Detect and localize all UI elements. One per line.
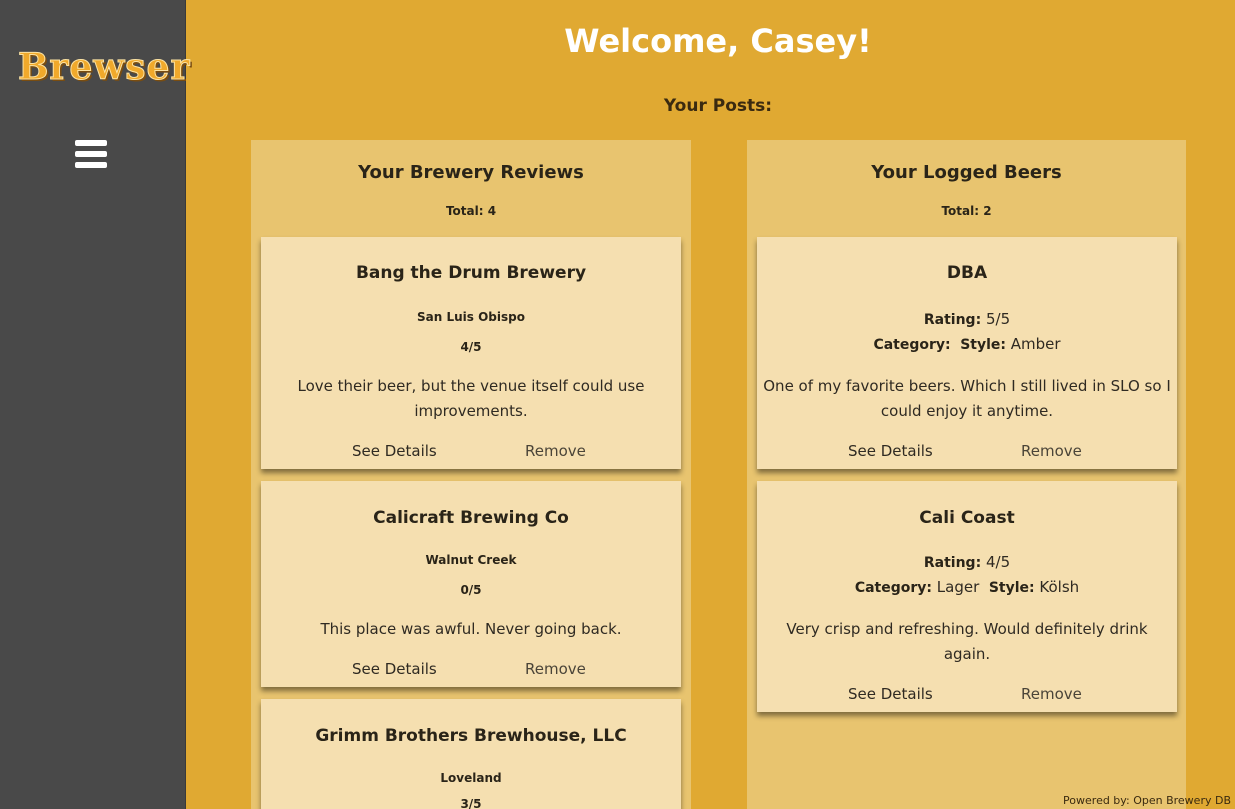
panel-total: Total: 2 <box>941 204 992 218</box>
brewery-reviews-panel: Your Brewery Reviews Total: 4 Bang the D… <box>251 140 691 809</box>
review-card: Grimm Brothers Brewhouse, LLC Loveland 3… <box>261 699 681 809</box>
brewser-logo[interactable]: Brewser <box>17 46 190 89</box>
beer-category: Lager <box>936 578 980 596</box>
logged-beers-panel: Your Logged Beers Total: 2 DBA Rating: 5… <box>747 140 1186 809</box>
category-label: Category: <box>873 337 951 353</box>
beer-card: DBA Rating: 5/5 Category: Style: Amber O… <box>757 237 1177 469</box>
see-details-button[interactable]: See Details <box>352 660 437 678</box>
style-label: Style: <box>960 337 1006 353</box>
panel-title: Your Logged Beers <box>871 162 1062 183</box>
beer-notes: Very crisp and refreshing. Would definit… <box>786 620 1148 663</box>
beer-rating: 4/5 <box>985 553 1011 571</box>
rating-label: Rating: <box>923 312 982 328</box>
review-card: Calicraft Brewing Co Walnut Creek 0/5 Th… <box>261 481 681 687</box>
brewery-location: San Luis Obispo <box>417 310 525 324</box>
rating-label: Rating: <box>923 555 982 571</box>
powered-by-footer: Powered by: Open Brewery DB <box>1063 794 1231 807</box>
hamburger-menu-icon[interactable] <box>75 140 107 168</box>
beer-style: Amber <box>1010 335 1061 353</box>
beer-style: Kölsh <box>1039 578 1080 596</box>
brewery-name: Grimm Brothers Brewhouse, LLC <box>315 726 627 746</box>
brewery-name: Bang the Drum Brewery <box>355 263 587 283</box>
remove-button[interactable]: Remove <box>1021 685 1082 703</box>
remove-button[interactable]: Remove <box>525 442 586 460</box>
beer-card: Cali Coast Rating: 4/5 Category: Lager S… <box>757 481 1177 712</box>
review-rating: 3/5 <box>460 797 482 809</box>
see-details-button[interactable]: See Details <box>352 442 437 460</box>
review-card: Bang the Drum Brewery San Luis Obispo 4/… <box>261 237 681 469</box>
review-text: Love their beer, but the venue itself co… <box>297 377 645 420</box>
beer-category-line: Category: Style: Amber <box>757 335 1177 353</box>
sidebar: Brewser <box>0 0 190 809</box>
review-text: This place was awful. Never going back. <box>320 620 622 638</box>
beer-rating-line: Rating: 5/5 <box>757 310 1177 328</box>
style-label: Style: <box>988 580 1035 596</box>
welcome-heading: Welcome, Casey! <box>564 22 872 60</box>
see-details-button[interactable]: See Details <box>848 685 933 703</box>
beer-notes: One of my favorite beers. Which I still … <box>763 377 1171 420</box>
remove-button[interactable]: Remove <box>1021 442 1082 460</box>
category-label: Category: <box>854 580 933 596</box>
beer-name: DBA <box>946 263 988 283</box>
remove-button[interactable]: Remove <box>525 660 586 678</box>
panel-total: Total: 4 <box>445 204 497 218</box>
review-rating: 4/5 <box>460 340 482 354</box>
brewery-location: Walnut Creek <box>425 553 517 567</box>
beer-rating-line: Rating: 4/5 <box>757 553 1177 571</box>
see-details-button[interactable]: See Details <box>848 442 933 460</box>
panel-title: Your Brewery Reviews <box>358 162 584 183</box>
brewery-location: Loveland <box>440 771 502 785</box>
brewery-name: Calicraft Brewing Co <box>373 508 569 528</box>
review-rating: 0/5 <box>460 583 482 597</box>
beer-name: Cali Coast <box>919 508 1015 528</box>
posts-subtitle: Your Posts: <box>663 96 773 116</box>
beer-category-line: Category: Lager Style: Kölsh <box>757 578 1177 596</box>
beer-rating: 5/5 <box>985 310 1011 328</box>
